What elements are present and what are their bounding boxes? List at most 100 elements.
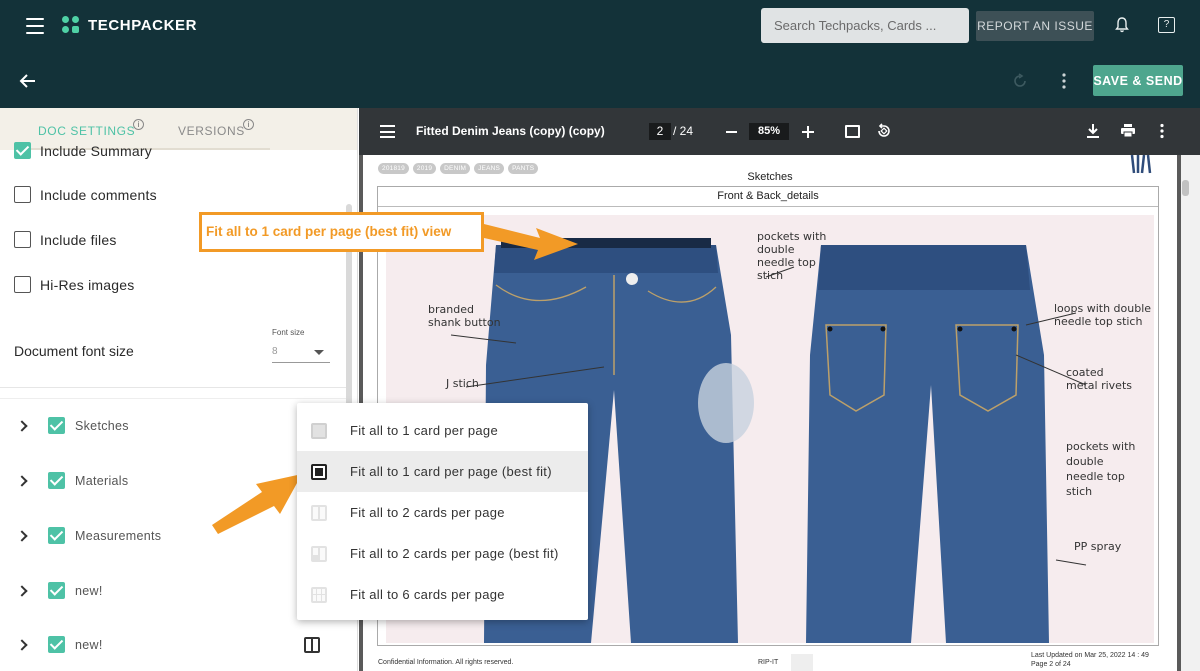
zoom-level-input[interactable]: 85%	[749, 123, 789, 140]
viewer-more-icon[interactable]	[1157, 123, 1167, 139]
menu-item-label: Fit all to 2 cards per page	[350, 505, 505, 520]
zoom-out-icon[interactable]	[726, 131, 737, 133]
checkbox[interactable]	[14, 186, 31, 203]
app-logo[interactable]: TECHPACKER	[62, 16, 197, 34]
single-card-bestfit-icon	[311, 463, 327, 480]
footer-logo	[791, 654, 813, 671]
bell-icon[interactable]	[1115, 17, 1129, 33]
viewer-scrollbar[interactable]	[1181, 155, 1200, 671]
footer-confidential: Confidential Information. All rights res…	[378, 659, 514, 666]
checkbox[interactable]	[48, 472, 65, 489]
viewer-menu-icon[interactable]	[380, 125, 395, 138]
two-cards-icon	[311, 504, 327, 521]
divider	[0, 398, 346, 399]
sketch-label-spray: PP spray	[1074, 540, 1122, 553]
option-label: Include Summary	[40, 142, 152, 159]
tab-doc-settings[interactable]: DOC SETTINGS	[38, 124, 135, 138]
menu-item-fit-2-cards-best[interactable]: Fit all to 2 cards per page (best fit)	[297, 533, 588, 574]
section-measurements[interactable]: Measurements	[16, 527, 162, 544]
font-size-value: 8	[272, 346, 278, 357]
footer-page: Page 2 of 24	[1031, 661, 1071, 668]
info-icon[interactable]: i	[133, 119, 144, 130]
footer-meta: Last Updated on Mar 25, 2022 14 : 49 Pag…	[1031, 651, 1149, 669]
sketch-label-branded: branded shank button	[428, 303, 501, 329]
menu-item-fit-2-cards[interactable]: Fit all to 2 cards per page	[297, 492, 588, 533]
menu-item-label: Fit all to 1 card per page	[350, 423, 498, 438]
card-layout-icon[interactable]	[304, 637, 320, 653]
document-action-bar: SAVE & SEND	[0, 53, 1200, 108]
font-size-select[interactable]: 8	[272, 341, 330, 363]
document-title: Fitted Denim Jeans (copy) (copy)	[416, 124, 605, 138]
section-new[interactable]: new!	[16, 636, 103, 653]
chevron-right-icon[interactable]	[16, 529, 28, 542]
option-label: Hi-Res images	[40, 276, 135, 293]
checkbox[interactable]	[48, 417, 65, 434]
option-include-summary[interactable]: Include Summary	[14, 142, 152, 159]
techpacker-logo-icon	[62, 16, 80, 34]
font-size-field-label: Font size	[272, 328, 305, 337]
checkbox[interactable]	[14, 276, 31, 293]
section-label: Measurements	[75, 528, 162, 543]
option-include-files[interactable]: Include files	[14, 231, 117, 248]
info-icon[interactable]: i	[243, 119, 254, 130]
more-options-icon[interactable]	[1058, 72, 1070, 90]
search-input[interactable]	[761, 8, 969, 43]
viewer-toolbar: Fitted Denim Jeans (copy) (copy) 2 / 24 …	[359, 108, 1200, 155]
checkbox[interactable]	[48, 582, 65, 599]
section-materials[interactable]: Materials	[16, 472, 129, 489]
section-label: Materials	[75, 473, 129, 488]
six-cards-icon	[311, 586, 327, 603]
font-size-label: Document font size	[14, 343, 134, 359]
help-icon[interactable]: ?	[1158, 17, 1175, 33]
two-cards-bestfit-icon	[311, 545, 327, 562]
section-label: Sketches	[75, 418, 129, 433]
page-total: / 24	[673, 124, 694, 138]
chevron-right-icon[interactable]	[16, 419, 28, 432]
page-number-input[interactable]: 2	[649, 123, 671, 140]
save-and-send-button[interactable]: SAVE & SEND	[1093, 65, 1183, 96]
rotate-icon[interactable]	[876, 123, 892, 139]
tab-versions[interactable]: VERSIONS	[178, 124, 245, 138]
chevron-right-icon[interactable]	[16, 638, 28, 651]
option-include-comments[interactable]: Include comments	[14, 186, 157, 203]
sketch-label-rivets: coated metal rivets	[1066, 366, 1132, 392]
option-label: Include files	[40, 231, 117, 248]
section-sketches[interactable]: Sketches	[16, 417, 129, 434]
section-new[interactable]: new!	[16, 582, 103, 599]
zoom-in-icon[interactable]	[802, 126, 814, 138]
checkbox[interactable]	[14, 142, 31, 159]
menu-item-fit-1-card[interactable]: Fit all to 1 card per page	[297, 410, 588, 451]
top-navbar: TECHPACKER REPORT AN ISSUE ?	[0, 0, 1200, 53]
divider	[0, 387, 346, 388]
footer-updated: Last Updated on Mar 25, 2022 14 : 49	[1031, 652, 1149, 659]
menu-item-fit-6-cards[interactable]: Fit all to 6 cards per page	[297, 574, 588, 615]
section-label: new!	[75, 583, 103, 598]
print-icon[interactable]	[1120, 123, 1136, 138]
checkbox[interactable]	[14, 231, 31, 248]
checkbox[interactable]	[48, 527, 65, 544]
fit-layout-menu: Fit all to 1 card per page Fit all to 1 …	[297, 403, 588, 620]
caret-down-icon	[314, 350, 324, 355]
back-arrow-icon[interactable]	[18, 71, 38, 91]
section-label: new!	[75, 637, 103, 652]
sheet-title: Sketches	[747, 171, 793, 183]
sync-icon[interactable]	[1012, 73, 1028, 89]
hamburger-menu-icon[interactable]	[26, 18, 44, 34]
viewer-scrollbar-thumb[interactable]	[1182, 180, 1189, 196]
download-icon[interactable]	[1086, 123, 1100, 139]
sketch-label-jstich: J stich	[446, 377, 479, 390]
single-card-icon	[311, 422, 327, 439]
menu-item-label: Fit all to 1 card per page (best fit)	[350, 464, 552, 479]
sketch-label-pockets: pockets with double needle top stich	[757, 230, 827, 282]
chevron-right-icon[interactable]	[16, 474, 28, 487]
report-issue-button[interactable]: REPORT AN ISSUE	[976, 11, 1094, 41]
option-hi-res-images[interactable]: Hi-Res images	[14, 276, 134, 293]
fit-page-icon[interactable]	[845, 125, 860, 138]
sketch-label-back-pockets: pockets with double needle top stich	[1066, 440, 1136, 498]
sketch-label-loops: loops with double needle top stich	[1054, 302, 1152, 328]
card-title: Front & Back_details	[378, 187, 1158, 207]
chevron-right-icon[interactable]	[16, 584, 28, 597]
menu-item-fit-1-card-best[interactable]: Fit all to 1 card per page (best fit)	[297, 451, 588, 492]
option-label: Include comments	[40, 186, 157, 203]
checkbox[interactable]	[48, 636, 65, 653]
